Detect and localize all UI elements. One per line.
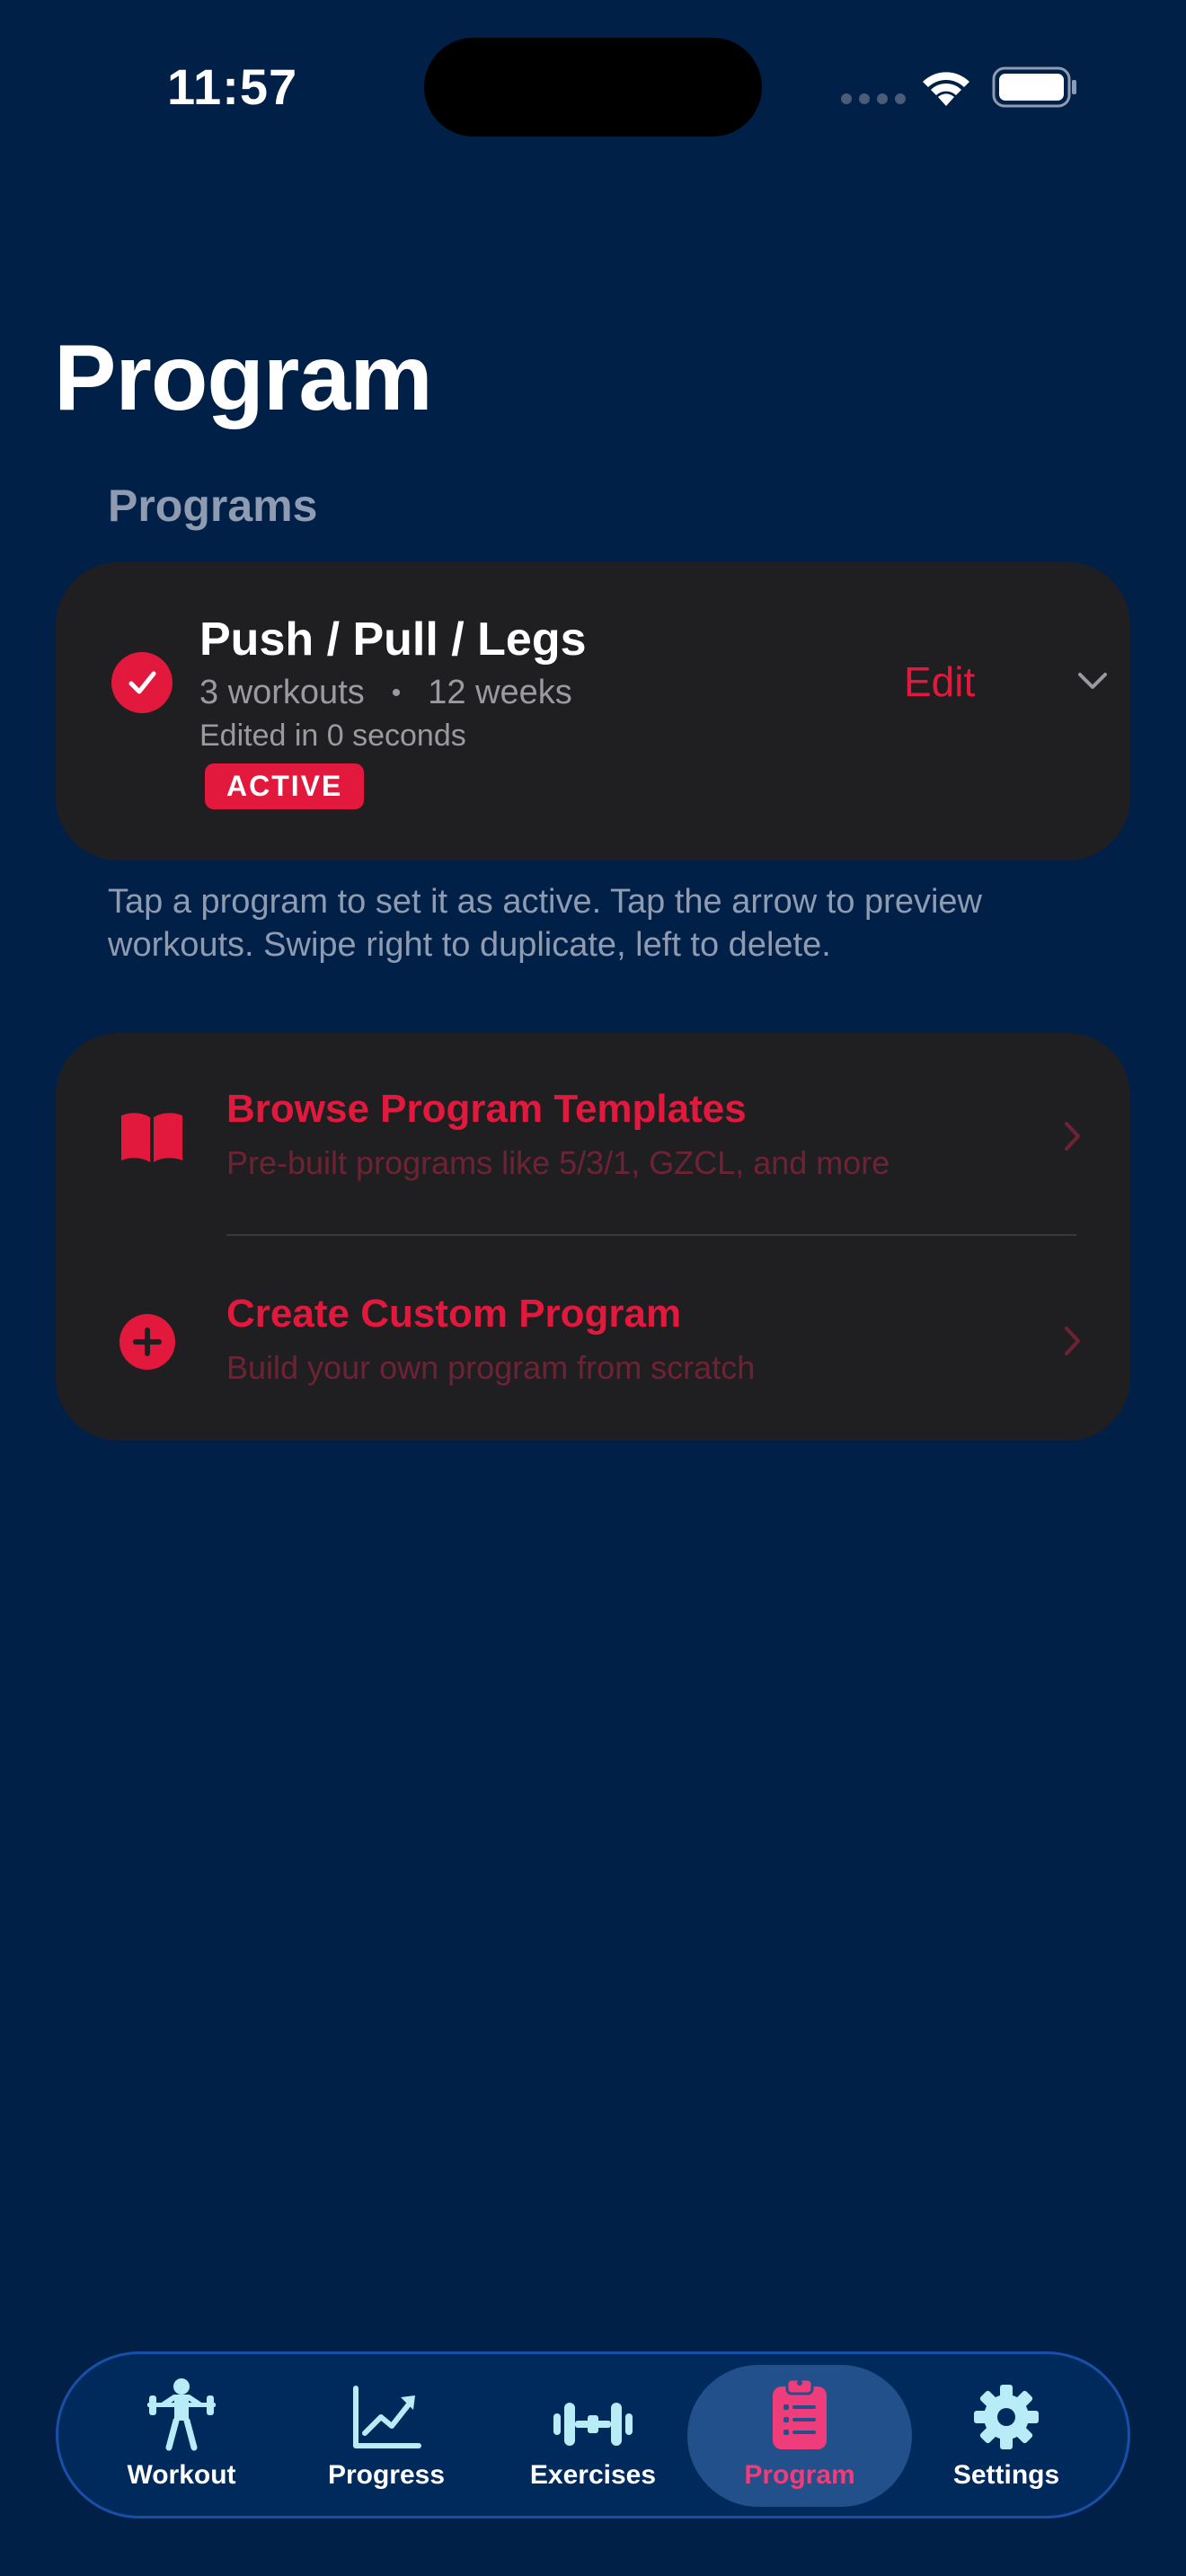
create-program-subtitle: Build your own program from scratch: [226, 1349, 756, 1386]
program-workouts-count: 3 workouts: [199, 674, 365, 711]
meta-separator: •: [391, 677, 402, 708]
chevron-right-icon: [1065, 1327, 1080, 1355]
create-custom-program-row[interactable]: Create Custom Program Build your own pro…: [56, 1238, 1130, 1441]
tab-settings[interactable]: Settings: [894, 2365, 1119, 2507]
tab-program[interactable]: Program: [687, 2365, 912, 2507]
clipboard-icon: [773, 2378, 827, 2449]
gear-icon: [974, 2385, 1039, 2449]
tab-bar: Workout Progress Exercises Program Setti…: [56, 2351, 1130, 2519]
tab-label: Settings: [952, 2460, 1060, 2490]
plus-circle-icon: [119, 1314, 175, 1370]
tab-workout[interactable]: Workout: [69, 2365, 294, 2507]
weightlifter-icon: [147, 2378, 216, 2451]
browse-templates-row[interactable]: Browse Program Templates Pre-built progr…: [56, 1033, 1130, 1236]
program-meta: 3 workouts • 12 weeks: [199, 674, 572, 712]
active-checkmark-icon: [111, 652, 173, 713]
program-weeks: 12 weeks: [428, 674, 572, 711]
cellular-signal-icon: [841, 93, 906, 104]
chevron-right-icon: [1065, 1122, 1080, 1151]
browse-templates-subtitle: Pre-built programs like 5/3/1, GZCL, and…: [226, 1144, 890, 1181]
programs-section-header: Programs: [108, 481, 318, 531]
active-badge: ACTIVE: [205, 763, 365, 809]
tab-label: Program: [744, 2460, 855, 2490]
wifi-icon: [923, 72, 969, 106]
page-title: Program: [54, 326, 433, 430]
tab-label: Progress: [327, 2460, 446, 2490]
chart-line-icon: [353, 2386, 421, 2448]
program-card-push-pull-legs[interactable]: Push / Pull / Legs 3 workouts • 12 weeks…: [56, 562, 1130, 860]
tab-label: Workout: [127, 2460, 236, 2490]
edit-program-button[interactable]: Edit: [904, 657, 975, 706]
status-time: 11:57: [167, 58, 298, 115]
tab-label: Exercises: [529, 2460, 657, 2490]
dynamic-island: [424, 38, 762, 137]
programs-hint-text: Tap a program to set it as active. Tap t…: [108, 883, 982, 964]
book-icon: [121, 1113, 182, 1162]
tab-exercises[interactable]: Exercises: [481, 2365, 705, 2507]
chevron-down-icon[interactable]: [1075, 668, 1111, 693]
program-edited-time: Edited in 0 seconds: [199, 719, 466, 753]
tab-progress[interactable]: Progress: [274, 2365, 499, 2507]
divider: [226, 1234, 1076, 1236]
program-name: Push / Pull / Legs: [199, 613, 587, 666]
create-program-title: Create Custom Program: [226, 1292, 682, 1336]
program-screen: 11:57 Program Programs Push / Pull / Leg…: [0, 0, 1186, 2576]
program-actions-card: Browse Program Templates Pre-built progr…: [56, 1033, 1130, 1441]
browse-templates-title: Browse Program Templates: [226, 1087, 747, 1131]
battery-icon: [992, 66, 1076, 108]
dumbbell-icon: [553, 2403, 633, 2446]
